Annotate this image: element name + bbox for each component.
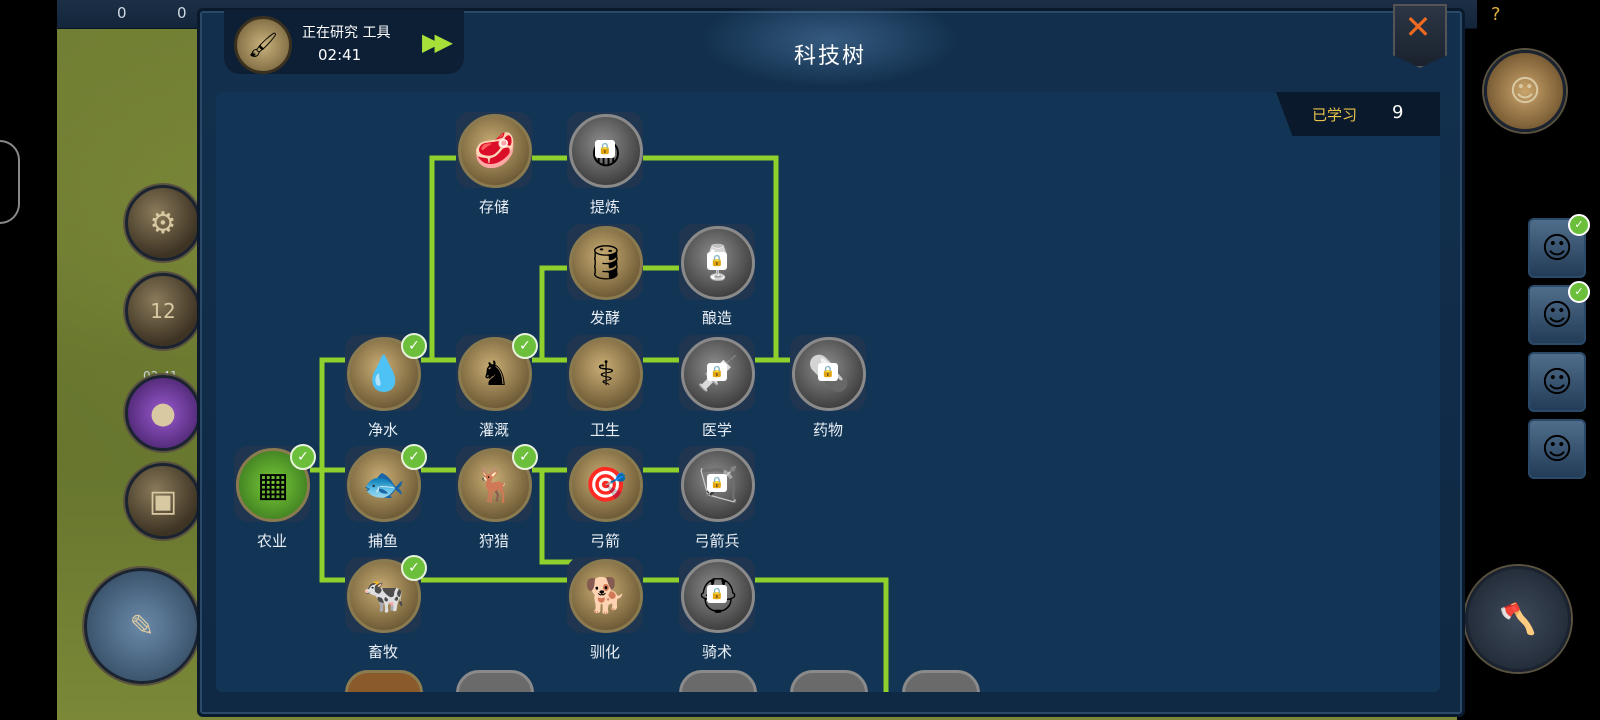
- gears-icon: ⚙: [149, 205, 177, 241]
- tech-label-hygiene: 卫生: [589, 421, 620, 439]
- map-blueprint-button[interactable]: ✎: [84, 568, 200, 684]
- tech-label-fishing: 捕鱼: [367, 532, 398, 550]
- advisor-avatar-2[interactable]: ☺ ✓: [1528, 281, 1590, 345]
- tech-node-storage[interactable]: 🥩: [456, 112, 532, 188]
- check-icon: ✓: [1568, 214, 1590, 236]
- tech-node-archer[interactable]: 🏹 🔒: [679, 446, 755, 522]
- check-icon: ✓: [401, 333, 427, 359]
- tech-label-brew: 酿造: [701, 309, 732, 327]
- lock-icon: 🔒: [707, 585, 727, 603]
- target-icon: 🎯: [569, 448, 643, 522]
- tech-node-water[interactable]: 💧 ✓: [345, 333, 427, 411]
- backpack-button[interactable]: ▣: [125, 463, 201, 539]
- connector-water-storage: [412, 155, 466, 363]
- tech-label-medicine: 医学: [701, 421, 732, 439]
- tech-node-herding[interactable]: 🐄 ✓: [345, 555, 427, 633]
- tech-node-partial-4[interactable]: [790, 670, 868, 692]
- tech-label-hunting: 狩猎: [478, 532, 509, 550]
- learned-count: 9: [1392, 102, 1404, 123]
- tech-node-partial-5[interactable]: [902, 670, 980, 692]
- barrel-icon: 🛢: [569, 226, 643, 300]
- tech-label-domestic: 驯化: [589, 643, 620, 661]
- check-icon: ✓: [512, 333, 538, 359]
- tech-node-domestic[interactable]: 🐕: [567, 557, 643, 633]
- tech-label-archer: 弓箭兵: [694, 532, 740, 550]
- research-label: 正在研究 工具: [302, 25, 391, 41]
- tech-node-partial-1[interactable]: [345, 670, 423, 692]
- tech-label-ferment: 发酵: [589, 309, 620, 327]
- calendar-icon: 12: [150, 299, 176, 323]
- lock-icon: 🔒: [595, 140, 615, 158]
- tech-label-refine: 提炼: [589, 198, 620, 216]
- check-icon: ✓: [1568, 281, 1590, 303]
- tech-node-agri[interactable]: ▦ ✓: [234, 444, 316, 522]
- tech-label-drugs: 药物: [812, 421, 843, 439]
- system-back-gesture: [0, 140, 20, 224]
- tech-label-riding: 骑术: [701, 643, 732, 661]
- blueprint-icon: ✎: [129, 608, 155, 644]
- check-icon: ✓: [401, 444, 427, 470]
- lock-icon: 🔒: [707, 252, 727, 270]
- advisor-portrait-icon: ☺: [1541, 230, 1573, 266]
- learned-label: 已学习: [1312, 106, 1358, 124]
- lock-icon: 🔒: [707, 363, 727, 381]
- calendar-button[interactable]: 12: [125, 273, 201, 349]
- magic-orb-button[interactable]: ●: [125, 375, 201, 451]
- tech-node-drugs[interactable]: 💊 🔒: [790, 335, 866, 411]
- close-icon: ✕: [1404, 8, 1432, 46]
- tech-label-archery: 弓箭: [589, 532, 620, 550]
- tech-node-partial-3[interactable]: [679, 670, 757, 692]
- advisor-portrait-icon: ☺: [1541, 364, 1573, 400]
- page-title: 科技树: [793, 44, 866, 69]
- tech-row-partial: [216, 670, 1440, 692]
- tech-label-agri: 农业: [256, 532, 287, 550]
- settings-gears-button[interactable]: ⚙: [125, 185, 201, 261]
- tech-label-herding: 畜牧: [367, 643, 398, 661]
- check-icon: ✓: [401, 555, 427, 581]
- advisor-portrait-icon: ☺: [1541, 297, 1573, 333]
- speed-up-button[interactable]: ▶▶: [422, 28, 453, 56]
- backpack-icon: ▣: [148, 483, 178, 519]
- advisor-avatar-3[interactable]: ☺: [1528, 352, 1586, 412]
- brush-tool-icon: 🖌: [234, 16, 292, 74]
- resource-stone-count: 0: [177, 4, 187, 22]
- resource-wood-count: 0: [117, 4, 127, 22]
- fast-forward-icon: ▶▶: [422, 28, 453, 56]
- tech-label-irrigate: 灌溉: [478, 421, 509, 439]
- tech-node-archery[interactable]: 🎯: [567, 446, 643, 522]
- tech-node-partial-2[interactable]: [456, 670, 534, 692]
- attack-axe-button[interactable]: 🪓: [1465, 566, 1571, 672]
- advisor-portrait-icon: ☺: [1541, 431, 1573, 467]
- tech-node-fishing[interactable]: 🐟 ✓: [345, 444, 427, 522]
- check-icon: ✓: [290, 444, 316, 470]
- meat-icon: 🥩: [458, 114, 532, 188]
- tech-node-riding[interactable]: ⛑ 🔒: [679, 557, 755, 633]
- leader-avatar[interactable]: ☺: [1484, 50, 1566, 132]
- tech-node-medicine[interactable]: 💉 🔒: [679, 335, 755, 411]
- tech-node-hunting[interactable]: 🦌 ✓: [456, 444, 538, 522]
- advisor-avatar-1[interactable]: ☺ ✓: [1528, 214, 1590, 278]
- dog-icon: 🐕: [569, 559, 643, 633]
- caduceus-icon: ⚕: [569, 337, 643, 411]
- learned-counter-box: [1276, 92, 1440, 136]
- tech-label-storage: 存储: [478, 198, 509, 216]
- advisor-avatar-4[interactable]: ☺: [1528, 419, 1586, 479]
- tech-node-brew[interactable]: 🍷 🔒: [679, 224, 755, 300]
- check-icon: ✓: [512, 444, 538, 470]
- tech-node-refine[interactable]: ◍ 🔒: [567, 112, 643, 188]
- tech-label-water: 净水: [367, 421, 398, 439]
- help-button[interactable]: ?: [1491, 4, 1501, 25]
- tech-node-irrigate[interactable]: ♞ ✓: [456, 333, 538, 411]
- tech-node-ferment[interactable]: 🛢: [567, 224, 643, 300]
- tech-node-hygiene[interactable]: ⚕: [567, 335, 643, 411]
- lock-icon: 🔒: [818, 363, 838, 381]
- leader-portrait-icon: ☺: [1509, 73, 1541, 109]
- axe-icon: 🪓: [1499, 601, 1537, 637]
- connector-storage-refine-drugs: [506, 155, 816, 363]
- orb-icon: ●: [149, 395, 177, 431]
- research-timer: 02:41: [318, 46, 362, 64]
- lock-icon: 🔒: [707, 474, 727, 492]
